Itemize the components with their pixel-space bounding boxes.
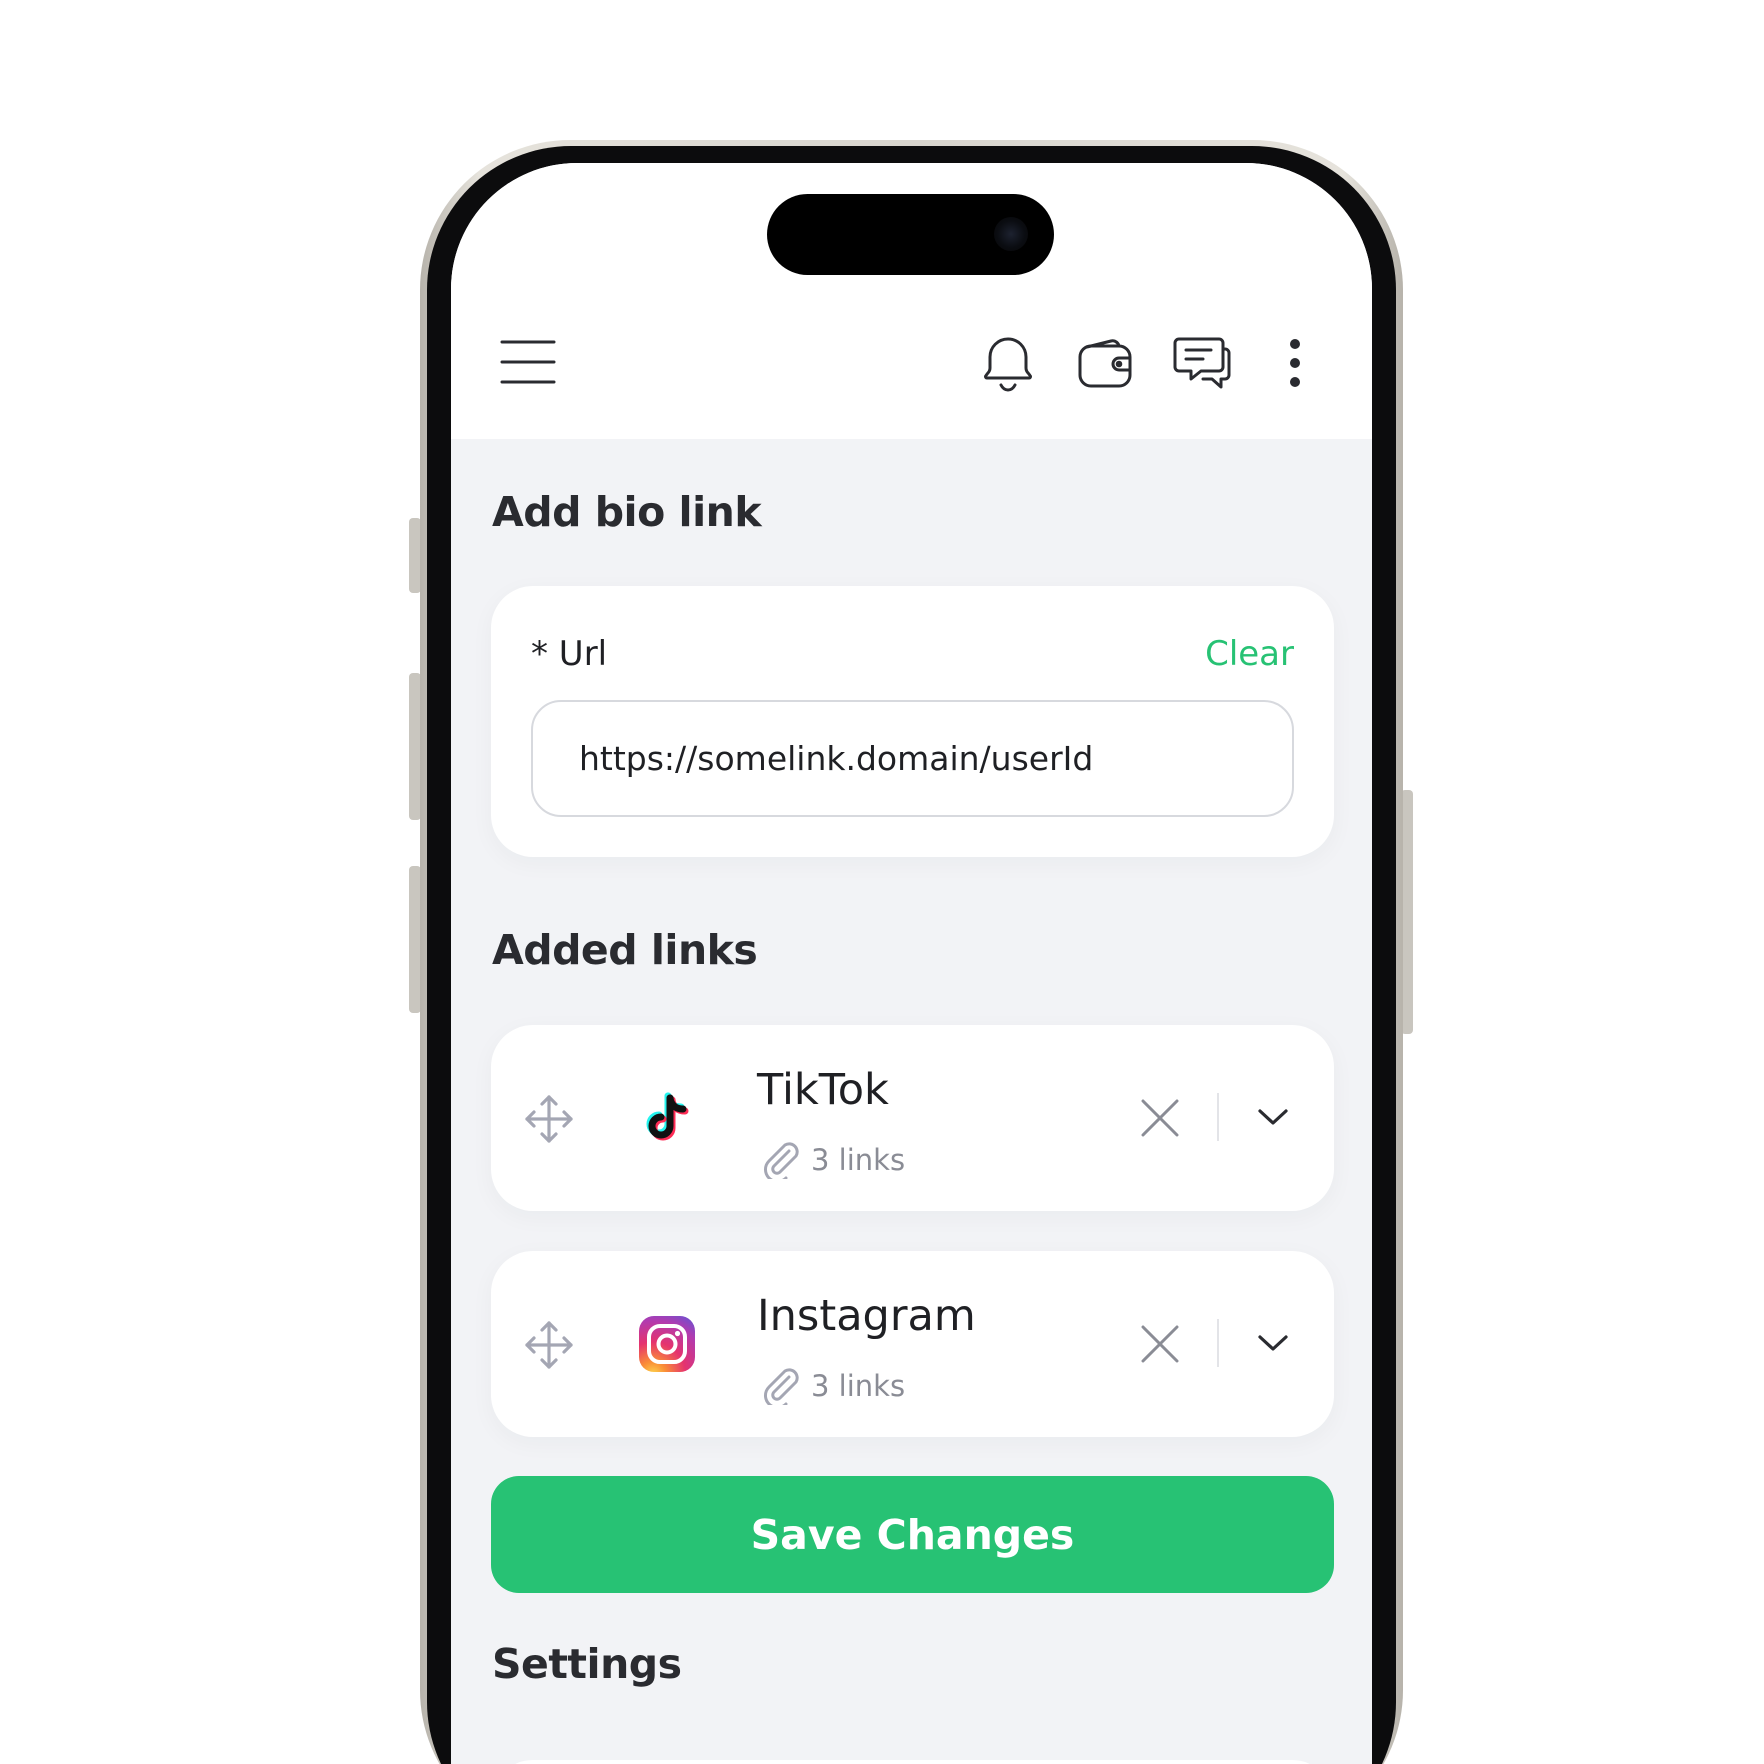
wallet-icon[interactable]	[1077, 338, 1133, 390]
link-meta: 3 links	[759, 1137, 905, 1183]
url-card: * Url Clear	[491, 586, 1334, 857]
settings-card	[491, 1760, 1334, 1764]
row-divider	[1217, 1319, 1219, 1367]
hamburger-menu-icon[interactable]	[500, 339, 556, 385]
bell-icon[interactable]	[980, 335, 1036, 393]
drag-handle-icon[interactable]	[523, 1319, 575, 1371]
settings-title: Settings	[492, 1640, 682, 1688]
link-item-instagram[interactable]: Instagram 3 links	[491, 1251, 1334, 1437]
instagram-icon	[637, 1314, 697, 1374]
add-bio-link-title: Add bio link	[492, 488, 762, 536]
link-meta: 3 links	[759, 1363, 905, 1409]
link-count: 3 links	[811, 1369, 906, 1403]
paperclip-icon	[759, 1137, 801, 1183]
remove-link-icon[interactable]	[1139, 1323, 1181, 1365]
clear-button[interactable]: Clear	[1205, 634, 1294, 674]
tiktok-icon	[637, 1088, 697, 1148]
paperclip-icon	[759, 1363, 801, 1409]
vertical-dots-icon[interactable]	[1287, 338, 1303, 388]
link-item-tiktok[interactable]: TikTok 3 links	[491, 1025, 1334, 1211]
chevron-down-icon[interactable]	[1255, 1327, 1291, 1359]
drag-handle-icon[interactable]	[523, 1093, 575, 1145]
chat-bubbles-icon[interactable]	[1173, 335, 1231, 391]
save-changes-button[interactable]: Save Changes	[491, 1476, 1334, 1593]
chevron-down-icon[interactable]	[1255, 1101, 1291, 1133]
phone-screen: Add bio link * Url Clear Added links Tik…	[451, 163, 1372, 1764]
link-name: TikTok	[757, 1065, 889, 1115]
front-camera	[994, 217, 1028, 251]
url-label: * Url	[531, 634, 608, 674]
added-links-title: Added links	[492, 926, 758, 974]
remove-link-icon[interactable]	[1139, 1097, 1181, 1139]
link-name: Instagram	[757, 1291, 976, 1341]
row-divider	[1217, 1093, 1219, 1141]
url-input[interactable]	[531, 700, 1294, 817]
dynamic-island	[767, 194, 1054, 275]
link-count: 3 links	[811, 1143, 906, 1177]
